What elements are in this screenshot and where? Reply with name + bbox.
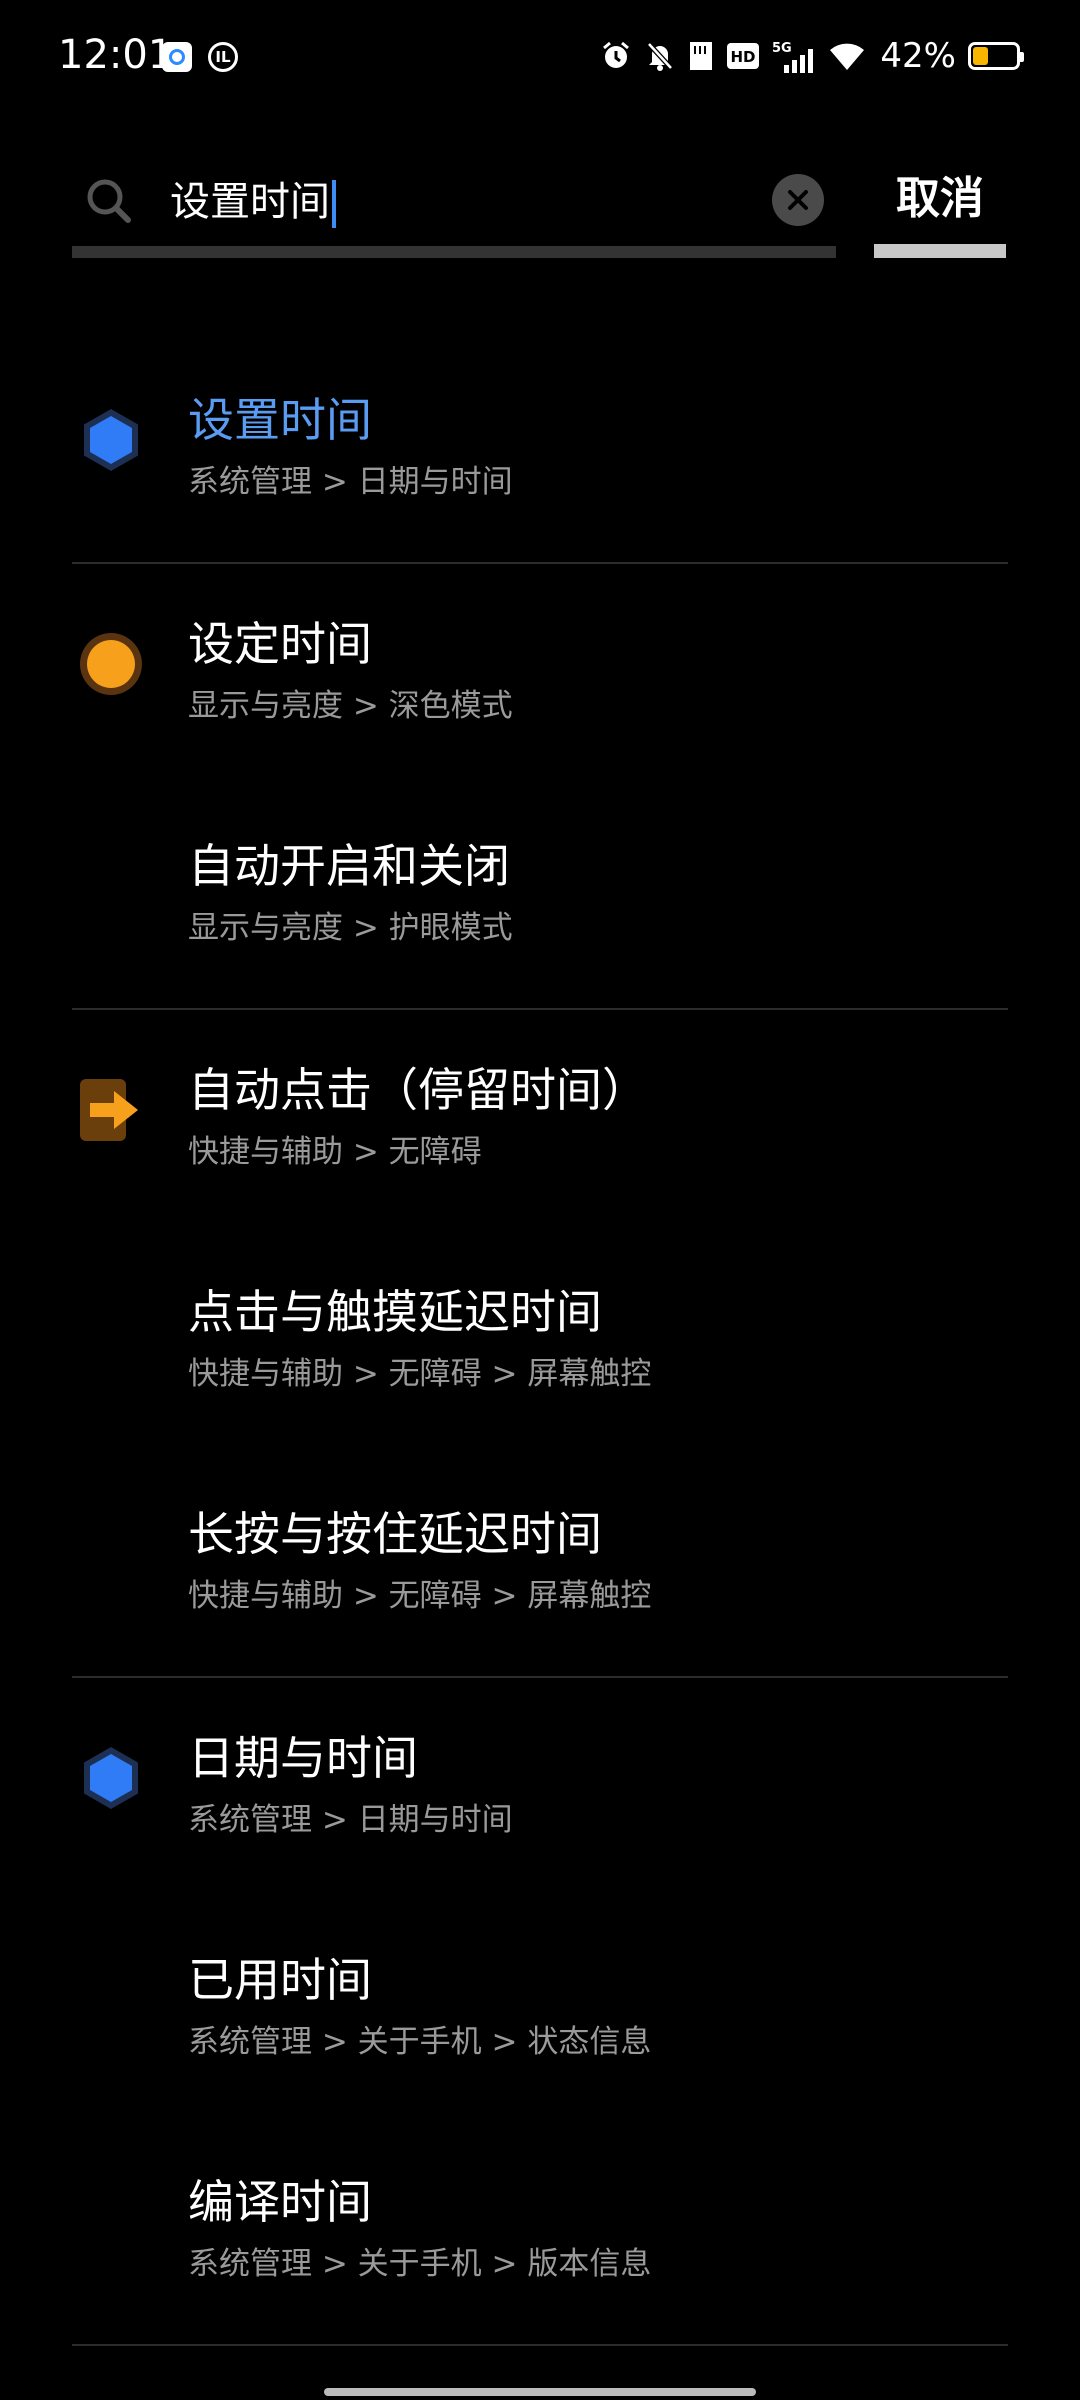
- search-result-item[interactable]: 设定时间显示与亮度 > 深色模式: [0, 564, 1080, 786]
- status-time: 12:01: [58, 32, 174, 78]
- result-title: 点击与触摸延迟时间: [188, 1285, 602, 1339]
- result-title: 日期与时间: [188, 1731, 418, 1785]
- cellular-signal-icon: 5G: [772, 39, 816, 73]
- app-notification-icon: [162, 42, 192, 72]
- clear-search-icon[interactable]: [772, 174, 824, 226]
- result-title: 长按与按住延迟时间: [188, 1507, 602, 1561]
- search-result-item[interactable]: 自动开启和关闭显示与亮度 > 护眼模式: [0, 786, 1080, 1008]
- result-path: 快捷与辅助 > 无障碍 > 屏幕触控: [188, 1356, 652, 1392]
- search-result-item[interactable]: 长按与按住延迟时间快捷与辅助 > 无障碍 > 屏幕触控: [0, 1454, 1080, 1676]
- search-query-text: 设置时间: [170, 179, 330, 225]
- wifi-icon: [828, 39, 866, 73]
- cancel-underline: [874, 244, 1006, 258]
- search-result-item[interactable]: 自动点击（停留时间） 快捷与辅助 > 无障碍: [0, 1010, 1080, 1232]
- search-bar[interactable]: 设置时间: [72, 154, 836, 258]
- result-path: 系统管理 > 日期与时间: [188, 1802, 513, 1838]
- search-underline: [72, 246, 836, 258]
- result-path: 系统管理 > 日期与时间: [188, 464, 513, 500]
- result-title: 设置时间: [188, 393, 372, 447]
- result-path: 显示与亮度 > 护眼模式: [188, 910, 513, 946]
- cancel-label: 取消: [896, 173, 984, 224]
- search-result-item[interactable]: 编译时间系统管理 > 关于手机 > 版本信息: [0, 2122, 1080, 2344]
- result-title: 编译时间: [188, 2175, 372, 2229]
- home-indicator[interactable]: [324, 2388, 756, 2396]
- sd-card-icon: [688, 39, 714, 73]
- battery-level-fill: [973, 47, 989, 65]
- result-path: 快捷与辅助 > 无障碍: [188, 1134, 482, 1170]
- search-result-item[interactable]: 日期与时间系统管理 > 日期与时间: [0, 1678, 1080, 1900]
- search-results-list: 设置时间 系统管理 > 日期与时间 设定时间 显示与亮度 > 深色模式 自动开启和关闭显…: [0, 340, 1080, 2346]
- text-cursor: [332, 180, 336, 228]
- result-path: 快捷与辅助 > 无障碍 > 屏幕触控: [188, 1578, 652, 1614]
- network-type-label: 5G: [772, 41, 792, 56]
- blue-hexagon-icon: [78, 1745, 144, 1811]
- battery-icon: [968, 42, 1024, 70]
- blue-hexagon-icon: [78, 407, 144, 473]
- orange-circle-icon: [78, 631, 144, 697]
- search-result-item[interactable]: 已用时间系统管理 > 关于手机 > 状态信息: [0, 1900, 1080, 2122]
- orange-arrow-icon: [78, 1077, 144, 1143]
- result-path: 显示与亮度 > 深色模式: [188, 688, 513, 724]
- app-notification-icon-2: IL: [208, 42, 238, 72]
- cancel-button[interactable]: 取消: [874, 154, 1006, 258]
- status-icons: HD 5G 42%: [600, 36, 1024, 76]
- search-result-item[interactable]: 设置时间系统管理 > 日期与时间: [0, 340, 1080, 562]
- group-divider: [72, 2344, 1008, 2346]
- result-title: 已用时间: [188, 1953, 372, 2007]
- alarm-icon: [600, 39, 632, 73]
- search-result-item[interactable]: 点击与触摸延迟时间快捷与辅助 > 无障碍 > 屏幕触控: [0, 1232, 1080, 1454]
- battery-percent: 42%: [880, 36, 956, 76]
- hd-icon: HD: [726, 39, 760, 73]
- search-input[interactable]: 设置时间: [170, 172, 336, 232]
- status-bar: 12:01 IL HD 5G 42%: [0, 0, 1080, 118]
- search-icon: [87, 179, 131, 223]
- result-path: 系统管理 > 关于手机 > 版本信息: [188, 2246, 652, 2282]
- result-path: 系统管理 > 关于手机 > 状态信息: [188, 2024, 652, 2060]
- result-title: 自动点击（停留时间）: [188, 1063, 648, 1117]
- mute-bell-icon: [644, 39, 676, 73]
- result-title: 设定时间: [188, 617, 372, 671]
- svg-text:HD: HD: [731, 48, 756, 66]
- result-title: 自动开启和关闭: [188, 839, 510, 893]
